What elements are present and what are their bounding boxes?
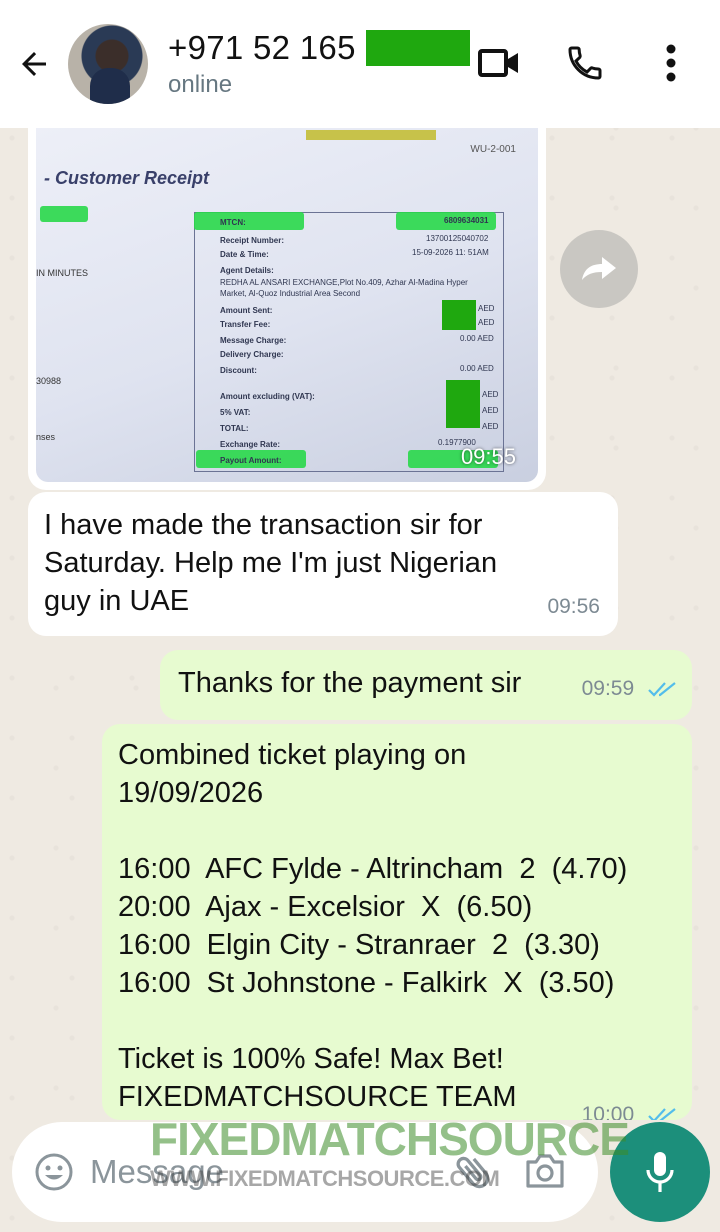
outgoing-message[interactable]: Thanks for the payment sir 09:59: [160, 650, 692, 720]
more-vert-icon[interactable]: [646, 38, 696, 88]
message-text: Combined ticket playing on: [118, 739, 467, 771]
message-time: 09:55: [460, 444, 516, 469]
receipt-row-label: Delivery Charge:: [220, 350, 284, 359]
receipt-row-value: REDHA AL ANSARI EXCHANGE,Plot No.409, Az…: [220, 278, 468, 287]
receipt-side-text: IN MINUTES: [36, 268, 89, 278]
receipt-row-value: Market, Al-Quoz Industrial Area Second: [220, 289, 361, 298]
incoming-message[interactable]: I have made the transaction sir for Satu…: [28, 492, 618, 636]
read-ticks-icon: [648, 1108, 676, 1120]
message-text: 20:00 Ajax - Excelsior X (6.50): [118, 891, 533, 923]
receipt-row-label: Agent Details:: [220, 266, 274, 275]
receipt-row-label: Message Charge:: [220, 336, 287, 345]
receipt-row-value: AED: [478, 318, 495, 327]
receipt-row-value: 13700125040702: [426, 234, 489, 243]
microphone-icon: [646, 1152, 674, 1192]
camera-icon[interactable]: [524, 1152, 566, 1195]
forward-icon: [582, 257, 616, 280]
receipt-row-value: 15-09-2026 11: 51AM: [412, 248, 489, 257]
forward-button[interactable]: [560, 230, 638, 308]
message-composer: [12, 1122, 598, 1222]
receipt-row-value: AED: [482, 390, 499, 399]
contact-name: +971 52 165: [168, 29, 356, 66]
receipt-row-value: 0.00 AED: [460, 364, 494, 373]
message-text: I have made the transaction sir for: [44, 509, 483, 541]
message-text: [118, 812, 627, 850]
video-call-icon[interactable]: [474, 38, 524, 88]
receipt-side-text: 30988: [36, 376, 62, 386]
receipt-row-label: Amount Sent:: [220, 306, 273, 315]
message-text: Saturday. Help me I'm just Nigerian: [44, 547, 498, 579]
highlight-mark: [40, 206, 88, 222]
message-text: 16:00 AFC Fylde - Altrincham 2 (4.70): [118, 853, 628, 885]
receipt-row-label: Date & Time:: [220, 250, 269, 259]
receipt-row-value: 6809634031: [444, 216, 489, 225]
back-arrow-icon[interactable]: [14, 44, 54, 84]
voice-call-icon[interactable]: [560, 38, 610, 88]
redaction-block: [442, 300, 476, 330]
receipt-row-label: Payout Amount:: [220, 456, 282, 465]
attach-icon[interactable]: [452, 1150, 496, 1199]
read-ticks-icon: [648, 682, 676, 698]
contact-avatar[interactable]: [68, 24, 148, 104]
message-input[interactable]: [90, 1150, 420, 1194]
message-time: 09:56: [547, 595, 600, 618]
contact-info[interactable]: +971 52 165 online: [168, 29, 470, 99]
message-text: Ticket is 100% Safe! Max Bet!: [118, 1043, 504, 1075]
message-time: 10:00: [581, 1103, 635, 1120]
voice-record-button[interactable]: [610, 1122, 710, 1222]
message-meta: 09:59: [582, 670, 678, 708]
message-text: 16:00 Elgin City - Stranraer 2 (3.30): [118, 929, 600, 961]
receipt-logo-strip: [306, 130, 436, 140]
receipt-row-value: 0.00 AED: [460, 334, 494, 343]
receipt-row-label: TOTAL:: [220, 424, 249, 433]
message-text: 19/09/2026: [118, 777, 264, 809]
message-text: 16:00 St Johnstone - Falkirk X (3.50): [118, 967, 615, 999]
message-meta: 10:00: [582, 1096, 678, 1120]
receipt-row-label: Discount:: [220, 366, 257, 375]
receipt-row-label: Receipt Number:: [220, 236, 285, 245]
redaction-block: [446, 380, 480, 428]
receipt-row-label: Exchange Rate:: [220, 440, 281, 449]
receipt-row-value: AED: [478, 304, 495, 313]
receipt-row-value: AED: [482, 406, 499, 415]
contact-status: online: [168, 71, 233, 98]
message-text: Thanks for the payment sir: [178, 667, 522, 699]
receipt-row-label: 5% VAT:: [220, 408, 251, 417]
receipt-code: WU-2-001: [470, 144, 516, 155]
emoji-icon[interactable]: [34, 1152, 74, 1197]
receipt-row-label: MTCN:: [220, 218, 246, 227]
receipt-side-text: nses: [36, 432, 56, 442]
image-message[interactable]: WU-2-001 - Customer Receipt IN MINUTES 3…: [28, 100, 546, 490]
receipt-image[interactable]: WU-2-001 - Customer Receipt IN MINUTES 3…: [36, 108, 538, 482]
message-text: FIXEDMATCHSOURCE TEAM: [118, 1081, 517, 1113]
message-text: [118, 1002, 627, 1040]
outgoing-message[interactable]: Combined ticket playing on 19/09/2026 16…: [102, 724, 692, 1120]
receipt-row-label: Transfer Fee:: [220, 320, 271, 329]
message-text: guy in UAE: [44, 585, 190, 617]
highlight-mark: [194, 212, 304, 230]
receipt-title: - Customer Receipt: [44, 168, 210, 188]
message-time: 09:59: [581, 677, 635, 700]
receipt-row-label: Amount excluding (VAT):: [220, 392, 315, 401]
receipt-row-value: AED: [482, 422, 499, 431]
chat-header: +971 52 165 online: [0, 0, 720, 128]
